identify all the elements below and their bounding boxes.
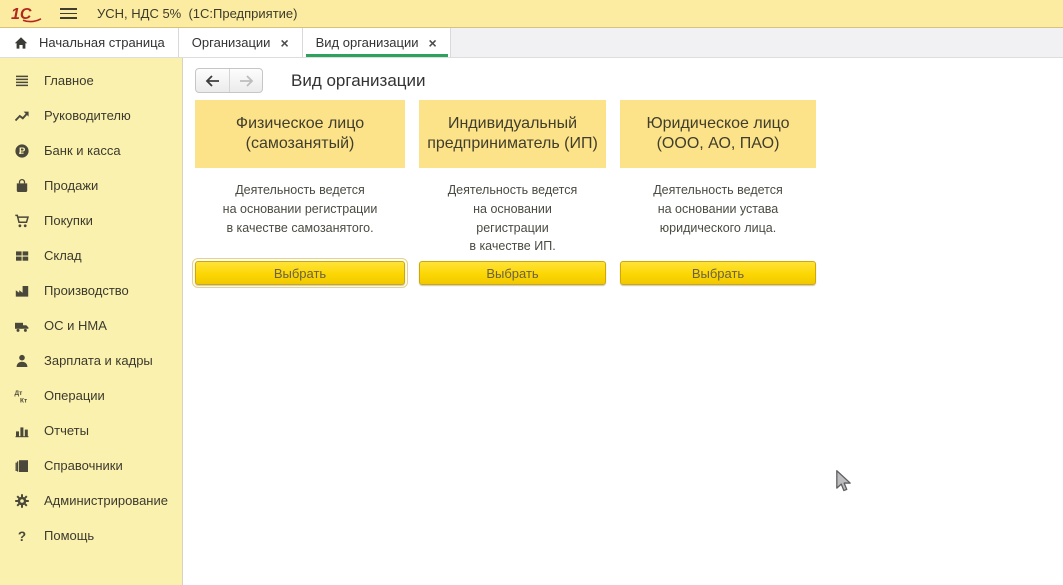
sidebar-item-rukovoditelyu[interactable]: Руководителю bbox=[0, 98, 182, 133]
card-individualnyj-predprinimatel: Индивидуальныйпредприниматель (ИП)Деятел… bbox=[419, 100, 606, 285]
dtkt-icon: ДтКт bbox=[13, 388, 31, 404]
sidebar-item-label: Операции bbox=[44, 388, 105, 403]
sidebar-item-sklad[interactable]: Склад bbox=[0, 238, 182, 273]
content-area: Главное Руководителю Р Банк и касса Продажи П… bbox=[0, 58, 1063, 585]
svg-text:?: ? bbox=[18, 529, 26, 544]
ruble-icon: Р bbox=[13, 143, 31, 159]
close-icon[interactable]: × bbox=[280, 36, 288, 50]
sidebar-item-label: Главное bbox=[44, 73, 94, 88]
document-tabs: Организации × Вид организации × bbox=[179, 28, 451, 57]
card-title: Физическое лицо(самозанятый) bbox=[195, 100, 405, 168]
tab-home[interactable]: Начальная страница bbox=[0, 28, 179, 57]
page-title: Вид организации bbox=[291, 71, 426, 91]
trend-icon bbox=[13, 108, 31, 124]
select-button-individualnyj-predprinimatel[interactable]: Выбрать bbox=[419, 261, 606, 285]
sidebar-item-pomosch[interactable]: ? Помощь bbox=[0, 518, 182, 553]
card-fizicheskoe-lico: Физическое лицо(самозанятый)Деятельность… bbox=[195, 100, 405, 285]
tab-label: Вид организации bbox=[316, 35, 419, 50]
pallet-icon bbox=[13, 248, 31, 264]
svg-text:1С: 1С bbox=[11, 6, 32, 23]
sidebar-item-label: Отчеты bbox=[44, 423, 89, 438]
card-description: Деятельность ведетсяна основаниирегистра… bbox=[419, 168, 606, 261]
back-button[interactable] bbox=[196, 69, 229, 92]
svg-text:Р: Р bbox=[19, 146, 26, 157]
back-arrow-icon bbox=[205, 75, 220, 87]
books-icon bbox=[13, 458, 31, 474]
sidebar: Главное Руководителю Р Банк и касса Продажи П… bbox=[0, 58, 183, 585]
card-title: Юридическое лицо(ООО, АО, ПАО) bbox=[620, 100, 816, 168]
menu-lines-icon bbox=[13, 73, 31, 89]
sidebar-item-prodazhi[interactable]: Продажи bbox=[0, 168, 182, 203]
sidebar-item-bank-i-kassa[interactable]: Р Банк и касса bbox=[0, 133, 182, 168]
sidebar-item-label: Продажи bbox=[44, 178, 98, 193]
main-content: Вид организации Физическое лицо(самозаня… bbox=[183, 58, 1063, 585]
sidebar-item-label: Справочники bbox=[44, 458, 123, 473]
bar-chart-icon bbox=[13, 423, 31, 439]
sidebar-item-proizvodstvo[interactable]: Производство bbox=[0, 273, 182, 308]
title-bar: 1С УСН, НДС 5% (1С:Предприятие) bbox=[0, 0, 1063, 28]
app-title: УСН, НДС 5% (1С:Предприятие) bbox=[97, 6, 297, 21]
card-title: Индивидуальныйпредприниматель (ИП) bbox=[419, 100, 606, 168]
sidebar-item-zarplata-i-kadry[interactable]: Зарплата и кадры bbox=[0, 343, 182, 378]
tab-vid-organizacii[interactable]: Вид организации × bbox=[303, 28, 451, 57]
sidebar-item-pokupki[interactable]: Покупки bbox=[0, 203, 182, 238]
sidebar-item-label: Руководителю bbox=[44, 108, 131, 123]
sidebar-item-operacii[interactable]: ДтКт Операции bbox=[0, 378, 182, 413]
card-description: Деятельность ведетсяна основании регистр… bbox=[195, 168, 405, 261]
bag-icon bbox=[13, 178, 31, 194]
select-button-fizicheskoe-lico[interactable]: Выбрать bbox=[195, 261, 405, 285]
main-menu-icon[interactable] bbox=[60, 8, 77, 19]
sidebar-item-label: Зарплата и кадры bbox=[44, 353, 153, 368]
active-tab-indicator bbox=[306, 54, 448, 57]
sidebar-item-label: Администрирование bbox=[44, 493, 168, 508]
forward-button[interactable] bbox=[229, 69, 262, 92]
gear-icon bbox=[13, 493, 31, 509]
1c-logo-icon: 1С bbox=[10, 5, 44, 23]
tab-bar: Начальная страница Организации×Вид орган… bbox=[0, 28, 1063, 58]
tab-organizacii[interactable]: Организации × bbox=[179, 28, 303, 57]
home-icon bbox=[13, 35, 29, 51]
sidebar-item-label: ОС и НМА bbox=[44, 318, 107, 333]
forward-arrow-icon bbox=[239, 75, 254, 87]
sidebar-item-glavnoe[interactable]: Главное bbox=[0, 63, 182, 98]
svg-text:Дт: Дт bbox=[15, 389, 23, 396]
history-buttons bbox=[195, 68, 263, 93]
svg-text:Кт: Кт bbox=[20, 397, 27, 404]
navigation-row: Вид организации bbox=[195, 68, 1063, 93]
mouse-cursor bbox=[835, 470, 853, 498]
card-description: Деятельность ведетсяна основании уставаю… bbox=[620, 168, 816, 261]
sidebar-item-os-i-nma[interactable]: ОС и НМА bbox=[0, 308, 182, 343]
sidebar-item-label: Банк и касса bbox=[44, 143, 121, 158]
card-yuridicheskoe-lico: Юридическое лицо(ООО, АО, ПАО)Деятельнос… bbox=[620, 100, 816, 285]
tab-label: Организации bbox=[192, 35, 271, 50]
tab-home-label: Начальная страница bbox=[39, 35, 165, 50]
question-icon: ? bbox=[13, 528, 31, 544]
sidebar-item-label: Помощь bbox=[44, 528, 94, 543]
sidebar-item-label: Покупки bbox=[44, 213, 93, 228]
sidebar-item-spravochniki[interactable]: Справочники bbox=[0, 448, 182, 483]
person-icon bbox=[13, 353, 31, 369]
select-button-yuridicheskoe-lico[interactable]: Выбрать bbox=[620, 261, 816, 285]
sidebar-item-label: Склад bbox=[44, 248, 82, 263]
truck-icon bbox=[13, 318, 31, 334]
sidebar-item-administrirovanie[interactable]: Администрирование bbox=[0, 483, 182, 518]
sidebar-item-label: Производство bbox=[44, 283, 129, 298]
cart-icon bbox=[13, 213, 31, 229]
factory-icon bbox=[13, 283, 31, 299]
sidebar-item-otchety[interactable]: Отчеты bbox=[0, 413, 182, 448]
organization-type-cards: Физическое лицо(самозанятый)Деятельность… bbox=[195, 100, 1063, 285]
close-icon[interactable]: × bbox=[429, 36, 437, 50]
